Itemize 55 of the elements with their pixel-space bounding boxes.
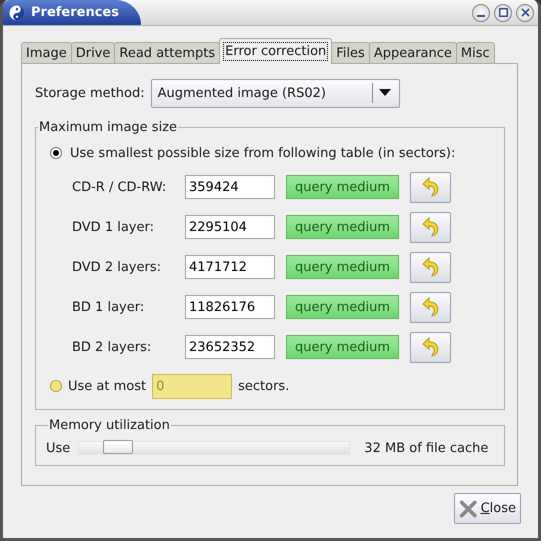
query-medium-button[interactable]: query medium (286, 175, 399, 199)
sector-field[interactable]: 23652352 (185, 335, 275, 359)
minimize-button[interactable] (472, 4, 490, 22)
tab[interactable]: Misc (456, 42, 495, 63)
frame-title: Maximum image size (38, 120, 178, 135)
tab[interactable]: Drive (70, 42, 116, 63)
radio-button[interactable] (50, 147, 62, 159)
radio-label: Use at most (68, 378, 146, 394)
sectors-label: sectors. (238, 378, 290, 394)
query-medium-button[interactable]: query medium (286, 295, 399, 319)
app-logo-icon (9, 4, 25, 20)
reset-button[interactable] (410, 172, 451, 202)
undo-arrow-icon (422, 217, 440, 237)
minimize-icon (477, 14, 485, 16)
media-label: DVD 1 layer: (71, 220, 155, 234)
query-medium-button[interactable]: query medium (286, 255, 399, 279)
close-button[interactable] (516, 4, 534, 22)
media-label: CD-R / CD-RW: (71, 180, 168, 194)
query-medium-button[interactable]: query medium (286, 215, 399, 239)
close-icon (459, 498, 478, 518)
reset-button[interactable] (410, 292, 451, 322)
tab[interactable]: Appearance (368, 42, 457, 63)
query-medium-button[interactable]: query medium (286, 335, 399, 359)
reset-button[interactable] (410, 332, 451, 362)
media-label: DVD 2 layers: (71, 260, 162, 274)
dropdown-arrow-icon (378, 89, 391, 97)
storage-method-label: Storage method: (35, 86, 145, 100)
frame-title: Memory utilization (48, 418, 171, 433)
storage-method-dropdown[interactable]: Augmented image (RS02) (150, 78, 400, 108)
maximize-icon (498, 8, 508, 17)
sector-field[interactable]: 2295104 (185, 215, 275, 239)
undo-arrow-icon (422, 177, 440, 197)
media-label: BD 2 layers: (71, 340, 152, 354)
tab[interactable]: Error correction (219, 38, 332, 64)
close-icon (520, 8, 530, 17)
undo-arrow-icon (422, 337, 440, 357)
tab[interactable]: Image (21, 42, 72, 63)
window-title: Preferences (31, 5, 119, 20)
maximize-button[interactable] (494, 4, 512, 22)
close-dialog-button[interactable]: Close (454, 493, 521, 524)
sector-field[interactable]: 4171712 (185, 255, 275, 279)
tab[interactable]: Read attempts (114, 42, 220, 63)
cache-size-reading: 32 MB of file cache (364, 440, 488, 456)
media-label: BD 1 layer: (71, 300, 146, 314)
undo-arrow-icon (422, 257, 440, 277)
radio-label: Use smallest possible size from following table (in sectors): (70, 146, 456, 160)
undo-arrow-icon (422, 297, 440, 317)
slider-thumb[interactable] (103, 440, 134, 454)
use-label: Use (46, 440, 70, 456)
cache-slider[interactable] (78, 441, 350, 455)
reset-button[interactable] (410, 212, 451, 242)
reset-button[interactable] (410, 252, 451, 282)
tab[interactable]: Files (331, 42, 370, 63)
sector-field[interactable]: 11826176 (185, 295, 275, 319)
sector-field[interactable]: 359424 (185, 175, 275, 199)
